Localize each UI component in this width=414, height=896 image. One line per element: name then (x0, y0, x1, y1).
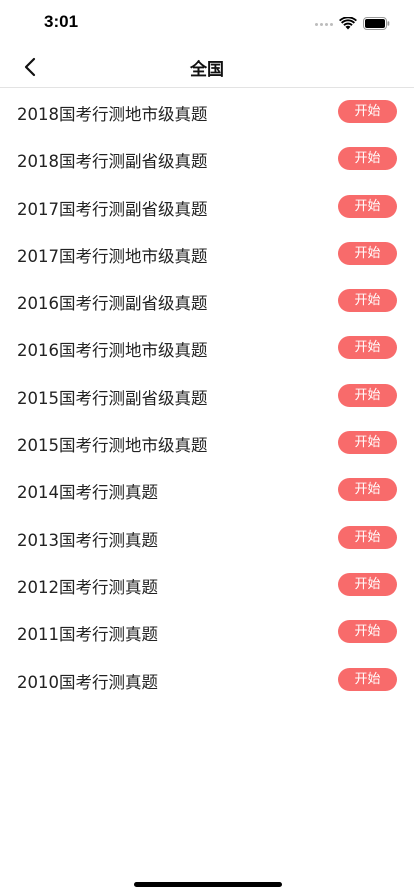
page-title: 全国 (190, 60, 224, 80)
list-item: 2015国考行测副省级真题 开始 (0, 372, 414, 419)
exam-title: 2014国考行测真题 (17, 483, 158, 503)
start-button[interactable]: 开始 (338, 241, 397, 265)
status-bar: 3:01 (0, 0, 414, 44)
list-item: 2016国考行测地市级真题 开始 (0, 324, 414, 371)
list-item: 2018国考行测副省级真题 开始 (0, 135, 414, 182)
home-indicator (134, 882, 282, 887)
start-button[interactable]: 开始 (338, 383, 397, 407)
start-button[interactable]: 开始 (338, 667, 397, 691)
list-item: 2013国考行测真题 开始 (0, 514, 414, 561)
start-button[interactable]: 开始 (338, 289, 397, 313)
exam-title: 2018国考行测地市级真题 (17, 105, 208, 124)
list-item: 2017国考行测地市级真题 开始 (0, 230, 414, 277)
start-button[interactable]: 开始 (338, 525, 397, 549)
exam-title: 2017国考行测副省级真题 (17, 199, 208, 219)
list-item: 2018国考行测地市级真题 开始 (0, 88, 414, 135)
list-item: 2014国考行测真题 开始 (0, 466, 414, 513)
exam-title: 2011国考行测真题 (17, 625, 158, 645)
start-button[interactable]: 开始 (338, 336, 397, 360)
exam-title: 2012国考行测真题 (17, 577, 158, 597)
exam-title: 2015国考行测地市级真题 (17, 436, 208, 456)
list-item: 2016国考行测副省级真题 开始 (0, 277, 414, 324)
start-button[interactable]: 开始 (338, 478, 397, 502)
start-button[interactable]: 开始 (338, 100, 397, 123)
list-item: 2010国考行测真题 开始 (0, 656, 414, 703)
exam-title: 2018国考行测副省级真题 (17, 152, 208, 172)
start-button[interactable]: 开始 (338, 620, 397, 644)
start-button[interactable]: 开始 (338, 572, 397, 596)
battery-icon (363, 15, 390, 34)
exam-title: 2016国考行测地市级真题 (17, 341, 208, 361)
exam-title: 2010国考行测真题 (17, 672, 158, 692)
list-item: 2012国考行测真题 开始 (0, 561, 414, 608)
exam-title: 2013国考行测真题 (17, 530, 158, 550)
start-button[interactable]: 开始 (338, 194, 397, 218)
navigation-bar: 全国 (0, 44, 414, 88)
start-button[interactable]: 开始 (338, 147, 397, 171)
start-button[interactable]: 开始 (338, 431, 397, 455)
exam-list: 2018国考行测地市级真题 开始 2018国考行测副省级真题 开始 2017国考行测副省… (0, 88, 414, 703)
cellular-signal-icon (315, 23, 333, 26)
exam-title: 2016国考行测副省级真题 (17, 294, 208, 314)
list-item: 2017国考行测副省级真题 开始 (0, 183, 414, 230)
exam-title: 2017国考行测地市级真题 (17, 246, 208, 266)
status-time: 3:01 (44, 12, 79, 31)
status-indicators (315, 15, 390, 34)
exam-title: 2015国考行测副省级真题 (17, 388, 208, 408)
wifi-icon (339, 15, 357, 34)
list-item: 2015国考行测地市级真题 开始 (0, 419, 414, 466)
list-item: 2011国考行测真题 开始 (0, 608, 414, 655)
